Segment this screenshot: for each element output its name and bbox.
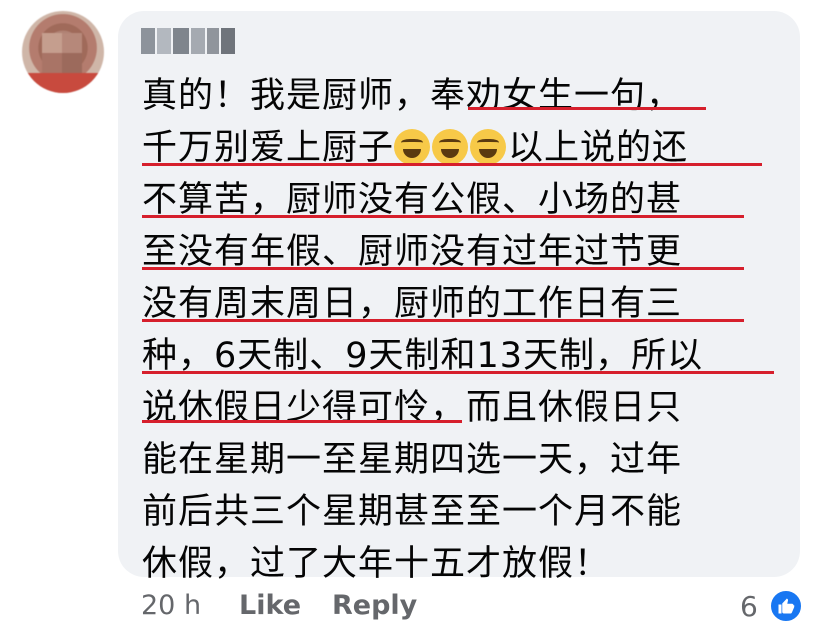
highlight-underline xyxy=(468,107,706,110)
grinning-squinting-face-icon xyxy=(394,129,431,165)
comment-line: 说休假日少得可怜，而且休假日只 xyxy=(142,388,683,428)
commenter-avatar[interactable] xyxy=(22,11,104,93)
highlight-underline xyxy=(142,319,744,322)
comment-line: 千万别爱上厨子 以上说的还 xyxy=(142,122,782,174)
avatar-pixel xyxy=(42,33,62,53)
avatar-pixel xyxy=(22,73,104,93)
highlight-underline xyxy=(142,163,762,166)
comment-line-segment: 千万别爱上厨子 xyxy=(142,128,395,168)
comment-line: 种，6天制、9天制和13天制，所以 xyxy=(142,336,704,376)
highlight-underline xyxy=(142,215,744,218)
avatar-pixel xyxy=(42,53,62,73)
comment-line: 不算苦，厨师没有公假、小场的甚 xyxy=(142,180,683,220)
grinning-squinting-face-icon xyxy=(432,129,469,165)
timestamp[interactable]: 20 h xyxy=(141,590,201,621)
thumbs-up-icon xyxy=(778,598,795,614)
avatar-pixel xyxy=(62,53,82,73)
avatar-pixel xyxy=(62,33,82,53)
comment-line: 前后共三个星期甚至至一个月不能 xyxy=(142,492,683,532)
highlight-underline xyxy=(142,420,462,423)
comment-line: 能在星期一至星期四选一天，过年 xyxy=(142,440,683,480)
like-button[interactable]: Like xyxy=(239,590,301,621)
comment-line: 休假，过了大年十五才放假！ xyxy=(142,544,611,584)
highlight-underline xyxy=(142,267,744,270)
comment-text: 真的！我是厨师，奉劝女生一句， 千万别爱上厨子 以上说的还 不算苦，厨师没有公假、… xyxy=(142,70,782,590)
comment-line: 至没有年假、厨师没有过年过节更 xyxy=(142,232,683,272)
highlight-underline xyxy=(142,371,774,374)
grinning-squinting-face-icon xyxy=(470,129,507,165)
comment-line-segment: 以上说的还 xyxy=(508,128,689,168)
comment-line: 没有周末周日，厨师的工作日有三 xyxy=(142,284,683,324)
reaction-count[interactable]: 6 xyxy=(740,590,758,623)
reply-button[interactable]: Reply xyxy=(332,590,417,621)
comment-line: 真的！我是厨师，奉劝女生一句， xyxy=(142,76,683,116)
like-reaction-icon[interactable] xyxy=(768,588,804,624)
commenter-name-blurred[interactable] xyxy=(141,28,237,54)
